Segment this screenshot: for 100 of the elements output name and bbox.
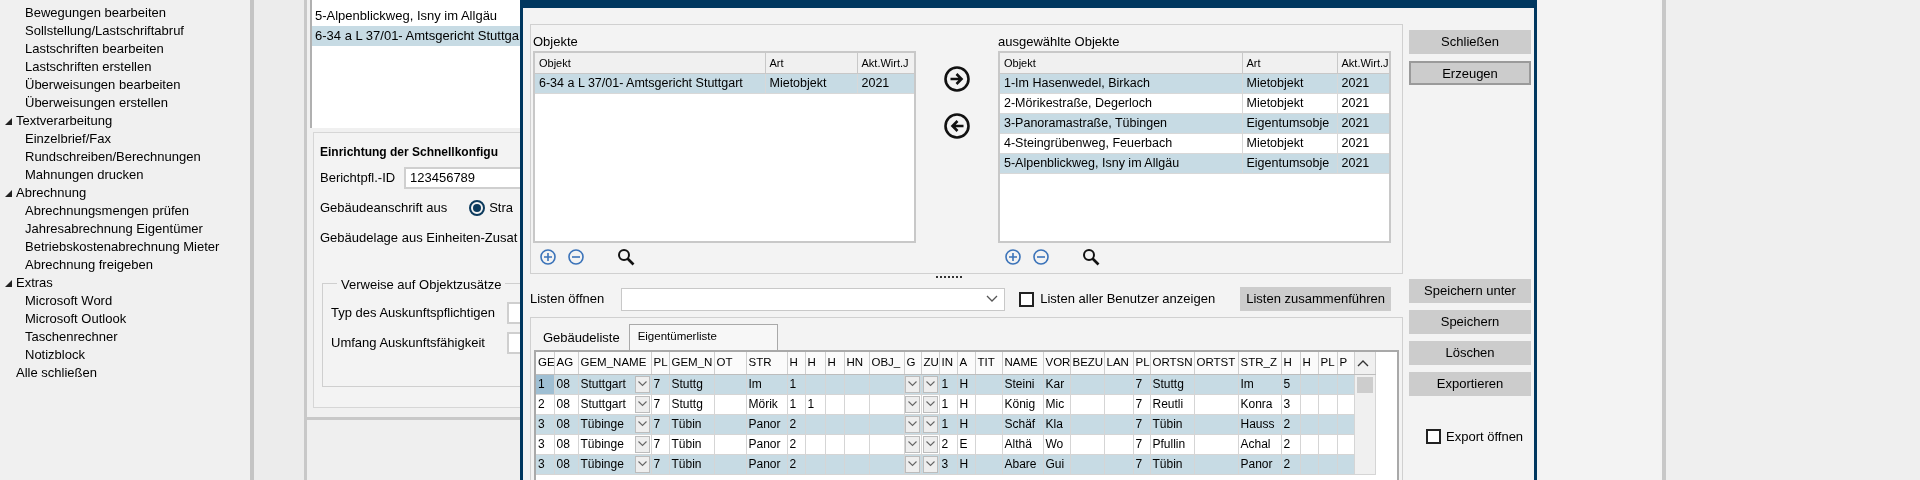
action-button[interactable]: Löschen	[1409, 341, 1531, 365]
tree-item[interactable]: Microsoft Outlook	[25, 310, 127, 328]
column-header[interactable]: LAN	[1104, 352, 1133, 374]
tree-item[interactable]: Überweisungen erstellen	[25, 94, 169, 112]
tree-item[interactable]: Mahnungen drucken	[25, 166, 144, 184]
tab[interactable]: Eigentümerliste	[628, 324, 778, 350]
column-header[interactable]: Akt.Wirt.J	[857, 53, 914, 73]
table-cell: Panor	[1238, 454, 1281, 474]
table-cell: Tübin	[669, 434, 714, 454]
dropdown-button[interactable]	[634, 435, 650, 453]
radio-button[interactable]	[469, 200, 486, 216]
dropdown-button[interactable]	[922, 395, 938, 413]
tree-item[interactable]: Alle schließen	[16, 364, 97, 382]
dropdown-field[interactable]	[621, 287, 1006, 311]
column-header[interactable]: OT	[714, 352, 746, 374]
dropdown-button[interactable]	[922, 375, 938, 393]
column-header[interactable]: STR	[746, 352, 787, 374]
checkbox[interactable]	[1426, 429, 1441, 445]
table-cell: 2021	[1337, 93, 1389, 113]
column-header[interactable]: Objekt	[535, 53, 765, 73]
table-cell: Stuttg	[1150, 374, 1194, 394]
tree-item[interactable]: Rundschreiben/Berechnungen	[25, 148, 201, 166]
checkbox[interactable]	[1019, 291, 1035, 307]
dropdown-button[interactable]	[922, 455, 938, 473]
tree-item[interactable]: Sollstellung/Lastschriftabruf	[25, 22, 184, 40]
table-cell: Tübin	[1150, 454, 1194, 474]
column-header[interactable]: Akt.Wirt.J	[1337, 53, 1389, 73]
column-header[interactable]: GEM_N	[669, 352, 714, 374]
table-cell: Steini	[1002, 374, 1043, 394]
action-button[interactable]: Speichern unter	[1409, 279, 1531, 303]
tree-item[interactable]: Microsoft Word	[25, 292, 113, 310]
table-cell: 3	[536, 414, 554, 434]
tree-item[interactable]: Jahresabrechnung Eigentümer	[25, 220, 203, 238]
action-button[interactable]: Exportieren	[1409, 372, 1531, 396]
table-cell: 2	[787, 454, 805, 474]
table-cell: Gui	[1043, 454, 1070, 474]
action-button[interactable]: Speichern	[1409, 310, 1531, 334]
table-cell: 7	[651, 394, 669, 414]
column-header[interactable]: STR_Z	[1238, 352, 1281, 374]
tree-item[interactable]: Einzelbrief/Fax	[25, 130, 111, 148]
column-header[interactable]: VOR	[1043, 352, 1070, 374]
column-header[interactable]: OBJ_	[869, 352, 904, 374]
table-cell-text: Tübinge	[580, 456, 624, 473]
chevron-icon	[637, 381, 647, 387]
column-header[interactable]: GEM_NAME	[578, 352, 651, 374]
table-cell: Pfullin	[1150, 434, 1194, 454]
group-title: Einrichtung der Schnellkonfigu	[320, 144, 499, 161]
tree-item[interactable]: Lastschriften erstellen	[25, 58, 152, 76]
column-header[interactable]: HN	[844, 352, 869, 374]
dialog-button[interactable]: Schließen	[1409, 30, 1531, 54]
tree-item[interactable]: Überweisungen bearbeiten	[25, 76, 181, 94]
search-icon	[1082, 248, 1100, 266]
table-cell: Mietobjekt	[765, 73, 857, 93]
input-field[interactable]: 123456789	[404, 167, 520, 189]
dropdown-button[interactable]	[634, 415, 650, 433]
tree-item[interactable]: Abrechnung	[16, 184, 87, 202]
dropdown-button[interactable]	[922, 435, 938, 453]
table-cell: 7	[651, 374, 669, 394]
tree-item[interactable]: Abrechnungsmengen prüfen	[25, 202, 190, 220]
table-cell: Eigentumsobje	[1242, 113, 1337, 133]
column-header[interactable]: Art	[765, 53, 857, 73]
add-icon	[539, 248, 557, 266]
table-cell: 1-Im Hasenwedel, Birkach	[1000, 73, 1242, 93]
tree-item[interactable]: Lastschriften bearbeiten	[25, 40, 164, 58]
column-header[interactable]: NAME	[1002, 352, 1043, 374]
table-cell: 1	[787, 394, 805, 414]
tree-item[interactable]: Abrechnung freigeben	[25, 256, 153, 274]
dropdown-button[interactable]	[634, 375, 650, 393]
tree-item[interactable]: Extras	[16, 274, 53, 292]
scroll-up-icon	[1356, 358, 1369, 367]
column-header[interactable]: BEZU	[1070, 352, 1104, 374]
list-row[interactable]: 6-34 a L 37/01- Amtsgericht Stuttga	[312, 26, 520, 46]
dropdown-button[interactable]	[634, 395, 650, 413]
column-header[interactable]: Objekt	[1000, 53, 1242, 73]
column-header[interactable]: ORTSN	[1150, 352, 1194, 374]
column-header[interactable]: ORTST	[1194, 352, 1238, 374]
table-cell: 7	[1133, 434, 1150, 454]
tree-item[interactable]: Bewegungen bearbeiten	[25, 4, 166, 22]
dialog-button[interactable]: Erzeugen	[1409, 61, 1531, 85]
field-label: Umfang Auskunftsfähigkeit	[331, 334, 486, 353]
tree-item[interactable]: Textverarbeitung	[16, 112, 113, 130]
table-cell: 2021	[1337, 153, 1389, 173]
splitter-grip[interactable]	[936, 276, 962, 279]
dropdown-button[interactable]	[922, 415, 938, 433]
chevron-icon	[637, 401, 647, 407]
column-header[interactable]: Art	[1242, 53, 1337, 73]
tree-item[interactable]: Betriebskostenabrechnung Mieter	[25, 238, 220, 256]
column-header[interactable]: H	[805, 352, 825, 374]
table-cell: 3-Panoramastraße, Tübingen	[1000, 113, 1242, 133]
column-header[interactable]: AG	[554, 352, 578, 374]
scrollbar-thumb[interactable]	[1356, 376, 1373, 393]
column-header[interactable]: TIT	[975, 352, 1002, 374]
table-cell: 2	[1281, 454, 1300, 474]
tree-item[interactable]: Notizblock	[25, 346, 85, 364]
tree-item[interactable]: Taschenrechner	[25, 328, 118, 346]
table-cell: Stuttg	[669, 374, 714, 394]
dropdown-button[interactable]	[634, 455, 650, 473]
table-cell: Konra	[1238, 394, 1281, 414]
list-row[interactable]: 5-Alpenblickweg, Isny im Allgäu	[312, 6, 520, 26]
merge-button[interactable]: Listen zusammenführen	[1240, 287, 1391, 311]
